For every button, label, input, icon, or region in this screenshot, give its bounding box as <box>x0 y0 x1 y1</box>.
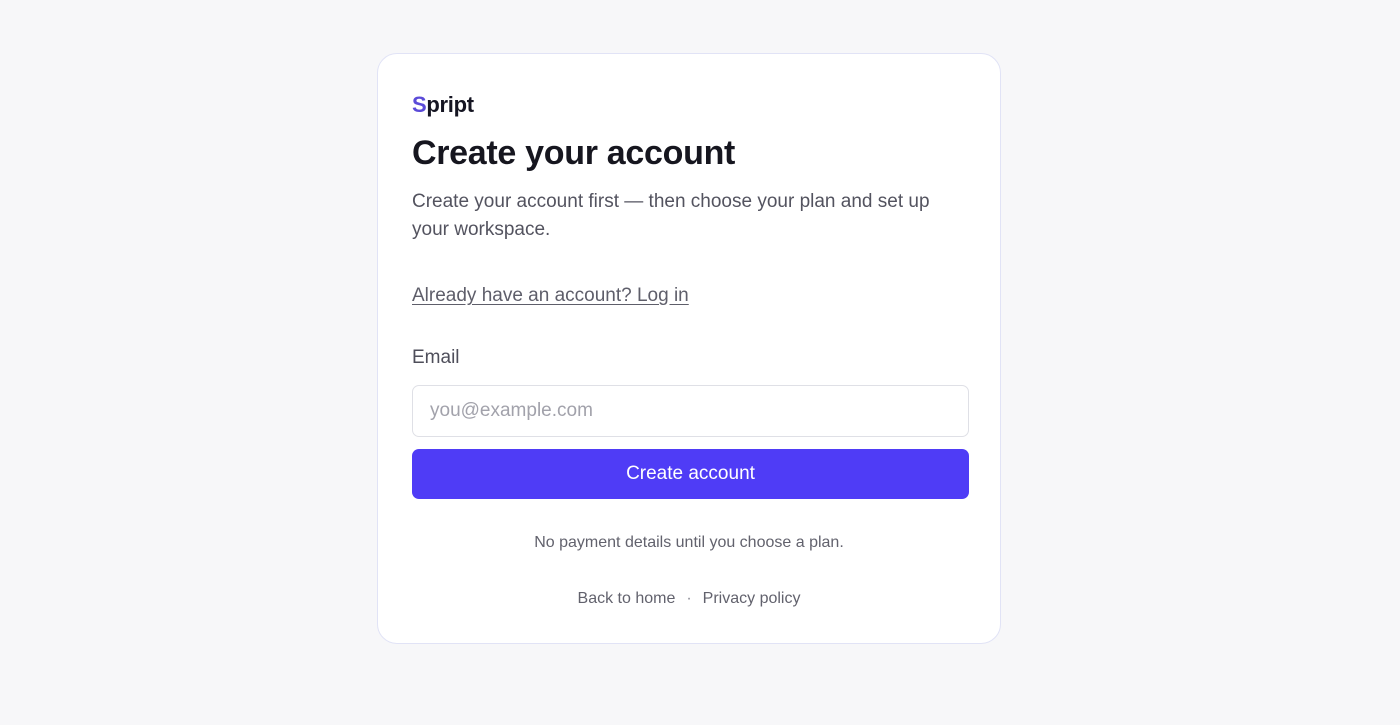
payment-note: No payment details until you choose a pl… <box>534 534 844 551</box>
logo-initial: S <box>412 92 427 117</box>
email-field[interactable] <box>412 385 969 437</box>
page-subtitle: Create your account first — then choose … <box>412 191 930 240</box>
privacy-policy-link[interactable]: Privacy policy <box>703 590 801 607</box>
footer-links: Back to home · Privacy policy <box>378 590 1000 608</box>
email-label: Email <box>412 347 460 368</box>
signup-card: Spript Create your account Create your a… <box>377 53 1001 644</box>
footer-separator: · <box>686 590 692 607</box>
create-account-button[interactable]: Create account <box>412 449 969 499</box>
back-to-home-link[interactable]: Back to home <box>578 590 676 607</box>
login-link[interactable]: Already have an account? Log in <box>412 285 689 307</box>
page-title: Create your account <box>412 134 736 172</box>
logo-text: pript <box>426 92 474 117</box>
brand-logo: Spript <box>412 92 474 118</box>
